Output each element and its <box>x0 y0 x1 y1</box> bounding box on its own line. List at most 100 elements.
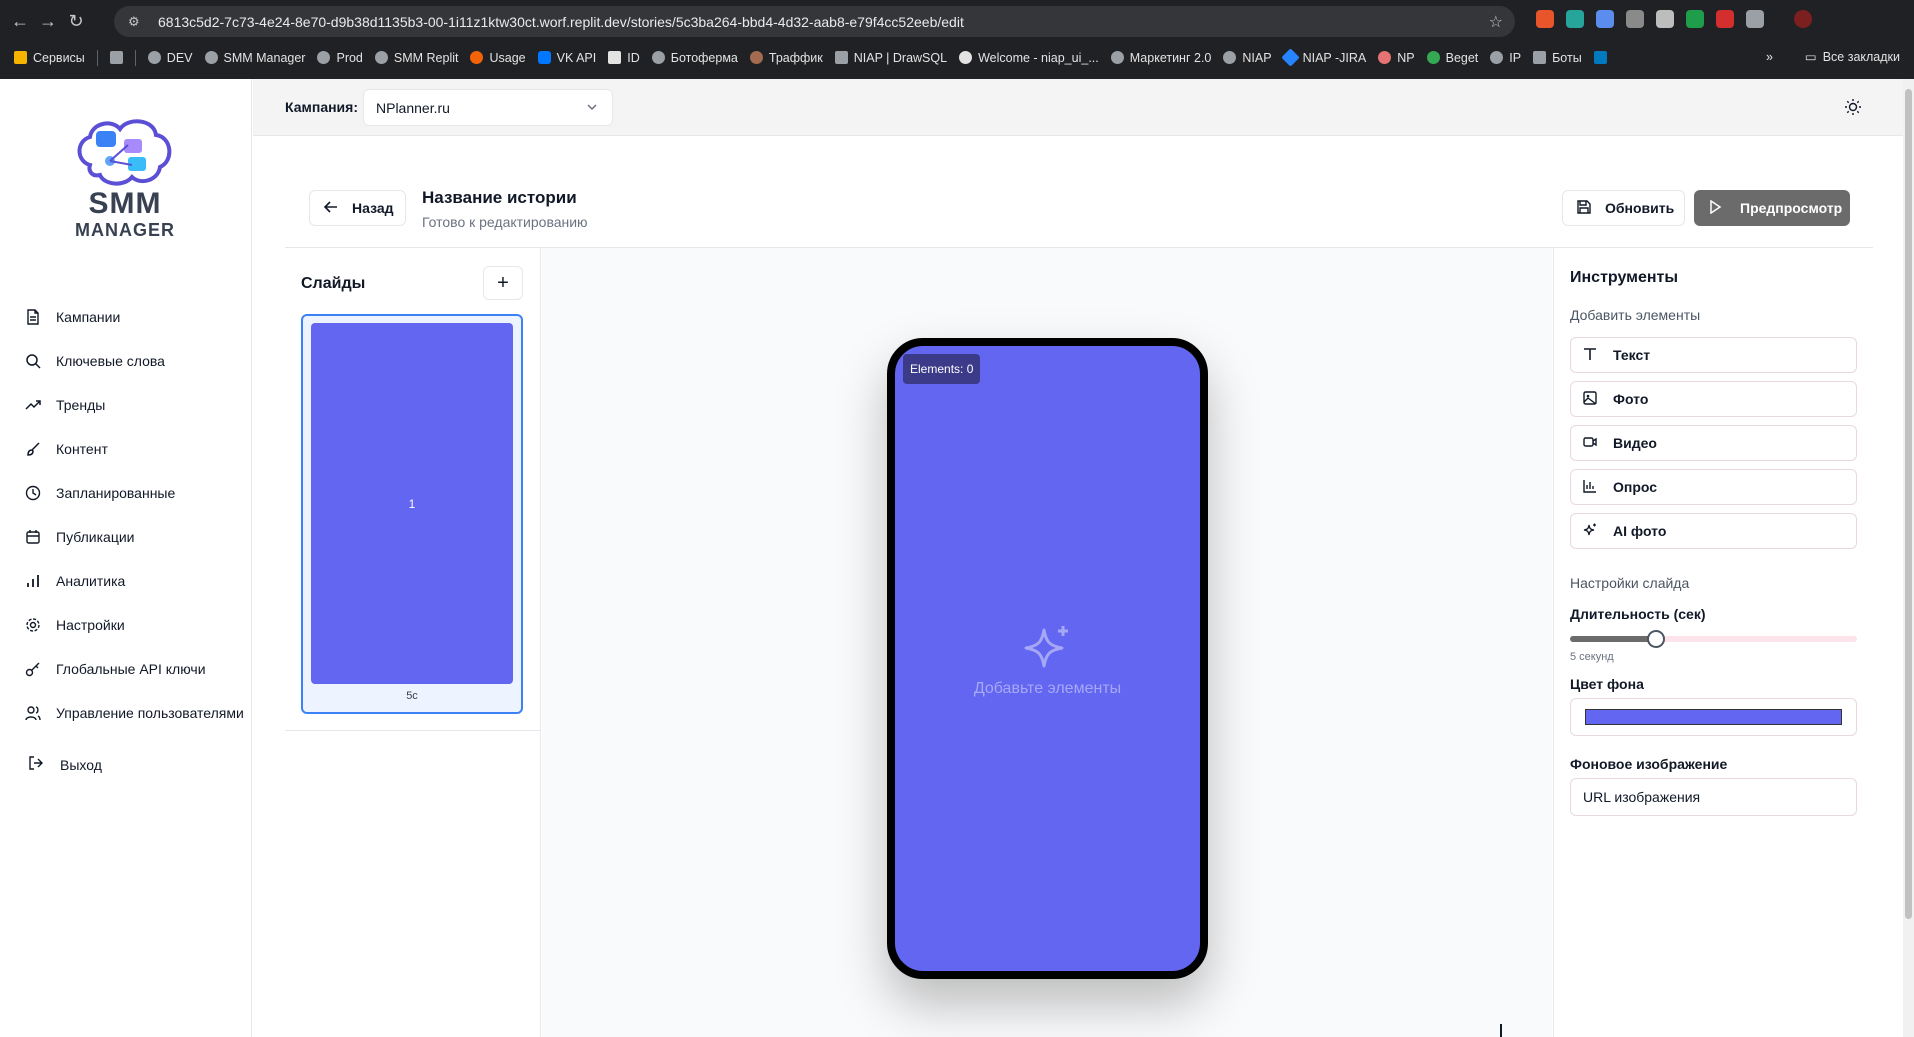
sidebar-item-publications[interactable]: Публикации <box>24 515 244 559</box>
link-icon <box>1378 51 1392 64</box>
file-icon <box>24 308 42 326</box>
preview-button[interactable]: Предпросмотр <box>1694 190 1850 226</box>
bookmark-item[interactable]: Маркетинг 2.0 <box>1110 51 1211 65</box>
drawsql-icon <box>834 51 848 64</box>
bookmark-item[interactable]: ID <box>608 51 640 65</box>
sidebar-item-campaigns[interactable]: Кампании <box>24 295 244 339</box>
sidebar-item-keywords[interactable]: Ключевые слова <box>24 339 244 383</box>
grid-icon <box>109 51 123 64</box>
logout-icon <box>28 755 44 774</box>
puzzle-icon[interactable] <box>1746 10 1764 28</box>
site-info-icon[interactable]: ⚙ <box>128 14 144 30</box>
extension-icon[interactable] <box>1596 10 1614 28</box>
chevron-double-right-icon[interactable]: » <box>1766 50 1773 64</box>
logout-button[interactable]: Выход <box>28 755 102 774</box>
smm-manager-logo[interactable]: SMM MANAGER <box>70 115 180 245</box>
sidebar-item-scheduled[interactable]: Запланированные <box>24 471 244 515</box>
plus-icon: + <box>497 271 509 294</box>
bookmark-item[interactable]: Usage <box>470 51 526 65</box>
bookmarks-bar: Сервисы DEV SMM Manager Prod SMM Replit … <box>0 43 1914 72</box>
bookmark-item[interactable]: SMM Replit <box>374 51 458 65</box>
bookmark-item[interactable]: NP <box>1378 51 1415 65</box>
story-status: Готово к редактированию <box>422 214 588 230</box>
extension-icon[interactable] <box>1536 10 1554 28</box>
phone-preview[interactable]: Elements: 0 Добавьте элементы <box>887 338 1208 979</box>
address-bar[interactable]: ⚙ 6813c5d2-7c73-4e24-8e70-d9b38d1135b3-0… <box>114 6 1515 37</box>
bookmark-item[interactable]: NIAP | DrawSQL <box>834 51 947 65</box>
bookmark-item[interactable]: Prod <box>317 51 363 65</box>
globe-icon <box>317 51 331 64</box>
reload-icon[interactable]: ↻ <box>62 8 90 36</box>
extension-icon[interactable] <box>1686 10 1704 28</box>
elements-count-badge: Elements: 0 <box>903 354 981 384</box>
bookmark-item[interactable]: Ботоферма <box>651 51 738 65</box>
add-poll-button[interactable]: Опрос <box>1570 469 1857 505</box>
back-arrow-icon[interactable]: ← <box>6 8 34 36</box>
apps-grid-icon <box>14 51 27 64</box>
add-slide-button[interactable]: + <box>483 266 523 300</box>
extension-icon[interactable] <box>1656 10 1674 28</box>
bookmark-item[interactable] <box>1593 51 1607 64</box>
save-icon <box>1577 199 1591 217</box>
sparkles-icon <box>1583 523 1597 540</box>
bookmark-item[interactable]: Welcome - niap_ui_... <box>959 51 1099 65</box>
bookmark-grid-icon[interactable] <box>109 51 123 64</box>
extension-icon[interactable] <box>1566 10 1584 28</box>
globe-icon <box>147 51 161 64</box>
sidebar-item-api-keys[interactable]: Глобальные API ключи <box>24 647 244 691</box>
extension-icon[interactable] <box>1626 10 1644 28</box>
scrollbar-thumb[interactable] <box>1905 89 1912 919</box>
extension-icon[interactable] <box>1716 10 1734 28</box>
sidebar: SMM MANAGER Кампании Ключевые слова Трен… <box>0 79 252 1037</box>
bookmark-item[interactable]: NIAP -JIRA <box>1280 48 1366 67</box>
arrow-left-icon <box>323 200 338 217</box>
slide-number: 1 <box>408 496 416 511</box>
slide-duration: 5с <box>406 690 418 702</box>
slides-divider <box>285 730 541 731</box>
add-photo-button[interactable]: Фото <box>1570 381 1857 417</box>
color-swatch[interactable] <box>1585 709 1842 725</box>
bar-chart-icon <box>24 572 42 590</box>
bookmark-item[interactable]: IP <box>1490 51 1521 65</box>
sidebar-item-users[interactable]: Управление пользователями <box>24 691 244 735</box>
brush-icon <box>24 440 42 458</box>
slide-thumbnail[interactable]: 1 <box>311 323 513 684</box>
add-ai-photo-button[interactable]: AI фото <box>1570 513 1857 549</box>
sidebar-item-content[interactable]: Контент <box>24 427 244 471</box>
bookmark-item[interactable]: DEV <box>147 51 193 65</box>
sidebar-item-trends[interactable]: Тренды <box>24 383 244 427</box>
bookmark-item[interactable]: Боты <box>1533 51 1582 65</box>
bookmark-star-icon[interactable]: ☆ <box>1489 12 1503 32</box>
all-bookmarks-button[interactable]: » ▭ Все закладки <box>1766 49 1900 65</box>
bookmark-item[interactable]: NIAP <box>1223 51 1272 65</box>
duration-slider[interactable] <box>1570 630 1857 648</box>
forward-arrow-icon[interactable]: → <box>34 8 62 36</box>
slider-handle[interactable] <box>1647 630 1665 648</box>
back-button[interactable]: Назад <box>309 190 406 226</box>
slide-thumbnail-card[interactable]: 1 5с <box>301 314 523 714</box>
empty-state-message: Добавьте элементы <box>973 680 1122 697</box>
bookmark-item[interactable]: Beget <box>1426 51 1478 65</box>
update-button[interactable]: Обновить <box>1562 190 1685 226</box>
text-icon <box>1583 347 1597 364</box>
campaign-select[interactable]: NPlanner.ru <box>363 89 613 126</box>
sun-icon[interactable] <box>1843 97 1863 117</box>
users-icon <box>24 704 42 722</box>
poll-icon <box>1583 479 1597 496</box>
sidebar-item-analytics[interactable]: Аналитика <box>24 559 244 603</box>
bg-image-url-input[interactable] <box>1570 778 1857 816</box>
bookmark-item[interactable]: SMM Manager <box>204 51 305 65</box>
profile-avatar-icon[interactable] <box>1794 10 1812 28</box>
calendar-icon <box>24 528 42 546</box>
play-icon <box>1708 199 1722 217</box>
bookmark-item[interactable]: VK API <box>537 51 596 65</box>
story-canvas-area: Elements: 0 Добавьте элементы <box>542 248 1552 1037</box>
bookmark-item[interactable]: Траффик <box>749 51 823 65</box>
bg-color-picker[interactable] <box>1570 698 1857 736</box>
sidebar-item-settings[interactable]: Настройки <box>24 603 244 647</box>
video-icon <box>1583 435 1597 452</box>
add-text-button[interactable]: Текст <box>1570 337 1857 373</box>
page-scrollbar[interactable] <box>1903 79 1914 1037</box>
bookmark-item[interactable]: Сервисы <box>14 51 85 65</box>
add-video-button[interactable]: Видео <box>1570 425 1857 461</box>
